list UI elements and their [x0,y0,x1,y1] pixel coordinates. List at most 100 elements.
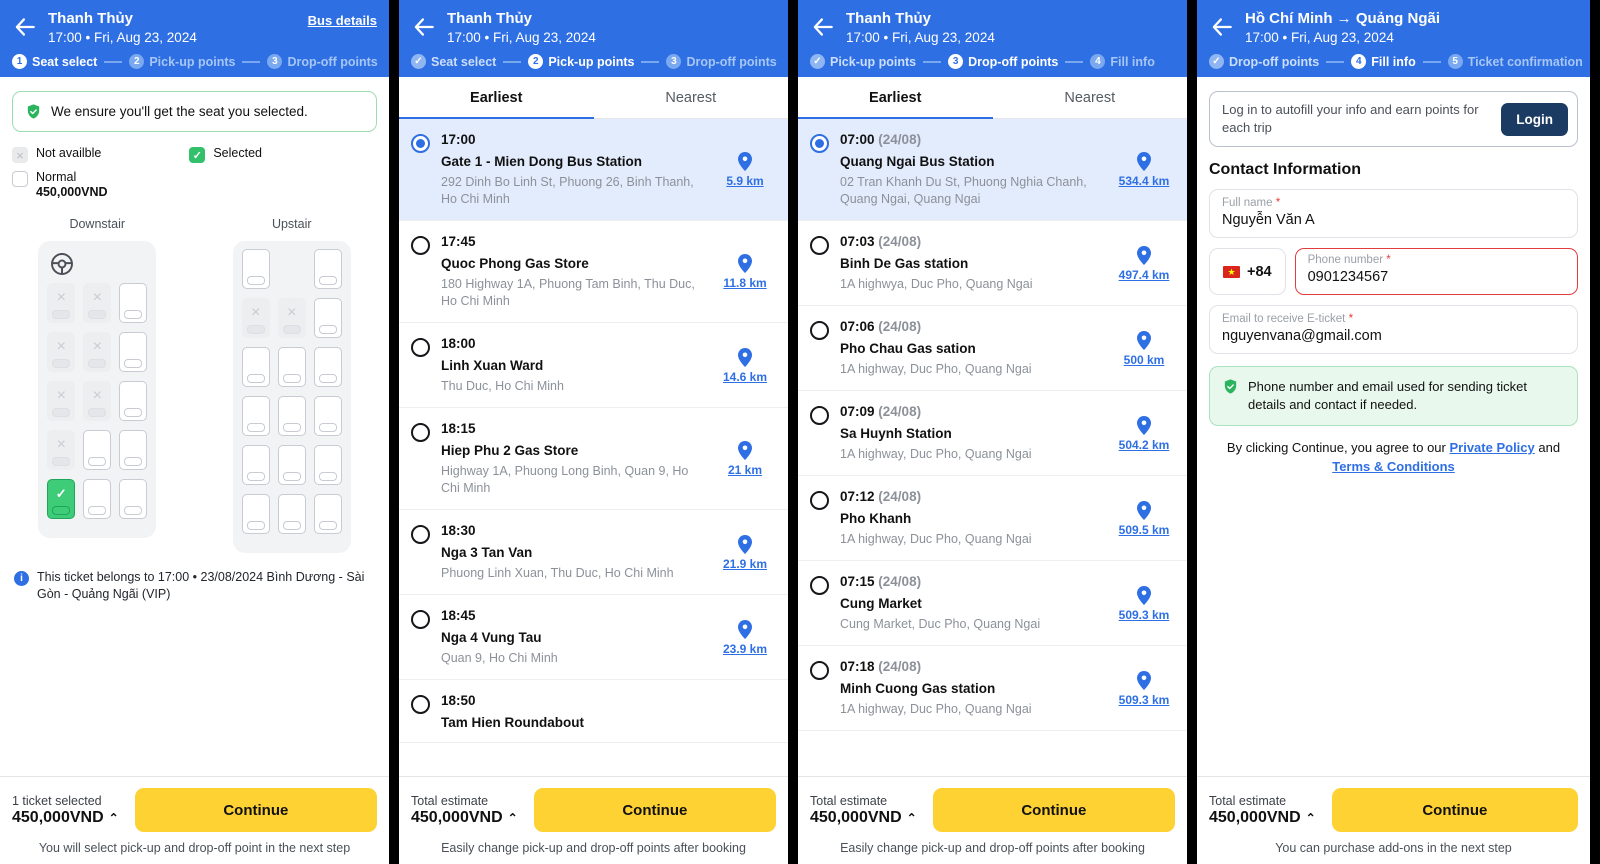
stop-list[interactable]: 07:00 (24/08) Quang Ngai Bus Station 02 … [798,119,1187,776]
stop-radio[interactable] [810,491,829,510]
stop-list-item[interactable]: 07:09 (24/08) Sa Huynh Station 1A highwa… [798,391,1187,476]
step-1[interactable]: ✓ Drop-off points [1209,54,1319,69]
seat-available[interactable] [313,445,342,485]
seat-available[interactable] [277,396,306,436]
stop-radio[interactable] [411,423,430,442]
stop-radio[interactable] [411,338,430,357]
stop-distance[interactable]: 23.9 km [714,608,776,667]
back-arrow-icon[interactable] [810,14,836,40]
stop-distance[interactable]: 509.5 km [1113,489,1175,548]
step-2[interactable]: 2 Pick-up points [129,54,235,69]
stop-list-item[interactable]: 18:45 Nga 4 Vung Tau Quan 9, Ho Chi Minh… [399,595,788,680]
back-arrow-icon[interactable] [12,14,38,40]
step-3[interactable]: 4 Fill info [1090,54,1155,69]
tab-nearest[interactable]: Nearest [993,77,1188,118]
terms-conditions-link[interactable]: Terms & Conditions [1332,459,1455,474]
stop-radio[interactable] [810,321,829,340]
stop-list[interactable]: 17:00 Gate 1 - Mien Dong Bus Station 292… [399,119,788,776]
chevron-up-icon[interactable]: ⌃ [1306,811,1316,825]
phone-number-field[interactable]: Phone number * 0901234567 [1294,248,1578,295]
tab-nearest[interactable]: Nearest [594,77,789,118]
seat-available[interactable] [277,494,306,534]
stop-list-item[interactable]: 07:00 (24/08) Quang Ngai Bus Station 02 … [798,119,1187,221]
stop-list-item[interactable]: 17:45 Quoc Phong Gas Store 180 Highway 1… [399,221,788,323]
tab-earliest[interactable]: Earliest [798,77,993,119]
stop-distance[interactable]: 509.3 km [1113,659,1175,718]
stop-distance[interactable]: 14.6 km [714,336,776,395]
stop-radio[interactable] [411,610,430,629]
seat-available[interactable] [119,381,148,421]
step-2[interactable]: 2 Pick-up points [528,54,634,69]
chevron-up-icon[interactable]: ⌃ [508,811,518,825]
step-1[interactable]: 1 Seat select [12,54,97,69]
continue-button[interactable]: Continue [1331,788,1578,832]
full-name-field[interactable]: Full name * Nguyễn Văn A [1209,189,1578,238]
continue-button[interactable]: Continue [134,788,377,832]
price-summary[interactable]: Total estimate 450,000VND ⌃ [411,794,518,827]
stop-distance[interactable]: 534.4 km [1113,132,1175,208]
email-field[interactable]: Email to receive E-ticket * nguyenvana@g… [1209,305,1578,354]
seat-available[interactable] [277,347,306,387]
stop-list-item[interactable]: 18:30 Nga 3 Tan Van Phuong Linh Xuan, Th… [399,510,788,595]
seat-available[interactable] [119,479,148,519]
continue-button[interactable]: Continue [932,788,1175,832]
private-policy-link[interactable]: Private Policy [1449,440,1534,455]
stop-list-item[interactable]: 07:18 (24/08) Minh Cuong Gas station 1A … [798,646,1187,731]
stop-list-item[interactable]: 18:50 Tam Hien Roundabout [399,680,788,743]
stop-distance[interactable]: 21.9 km [714,523,776,582]
stop-radio[interactable] [411,525,430,544]
stop-distance[interactable]: 11.8 km [714,234,776,310]
seat-available[interactable] [241,445,270,485]
seat-available[interactable] [313,396,342,436]
stop-distance[interactable]: 500 km [1113,319,1175,378]
stop-list-item[interactable]: 18:15 Hiep Phu 2 Gas Store Highway 1A, P… [399,408,788,510]
seat-available[interactable] [83,479,112,519]
step-3[interactable]: 3 Drop-off points [267,54,378,69]
stop-list-item[interactable]: 07:06 (24/08) Pho Chau Gas sation 1A hig… [798,306,1187,391]
step-2[interactable]: 3 Drop-off points [948,54,1058,69]
step-3[interactable]: 3 Drop-off points [666,54,777,69]
seat-available[interactable] [241,494,270,534]
stop-radio[interactable] [810,236,829,255]
seat-available[interactable] [313,494,342,534]
stop-distance[interactable]: 504.2 km [1113,404,1175,463]
continue-button[interactable]: Continue [533,788,776,832]
login-button[interactable]: Login [1501,102,1568,136]
seat-available[interactable] [119,430,148,470]
seat-available[interactable] [83,430,112,470]
step-1[interactable]: ✓ Seat select [411,54,496,69]
step-2[interactable]: 4 Fill info [1351,54,1416,69]
seat-available[interactable] [241,347,270,387]
price-summary[interactable]: Total estimate 450,000VND ⌃ [1209,794,1316,827]
stop-radio[interactable] [810,661,829,680]
back-arrow-icon[interactable] [411,14,437,40]
bus-details-link[interactable]: Bus details [308,10,377,28]
stop-list-item[interactable]: 18:00 Linh Xuan Ward Thu Duc, Ho Chi Min… [399,323,788,408]
seat-available[interactable] [241,249,270,289]
price-summary[interactable]: Total estimate 450,000VND ⌃ [810,794,917,827]
tab-earliest[interactable]: Earliest [399,77,594,119]
stop-radio[interactable] [810,134,829,153]
chevron-up-icon[interactable]: ⌃ [907,811,917,825]
step-3[interactable]: 5 Ticket confirmation [1447,54,1583,69]
seat-available[interactable] [277,445,306,485]
stop-distance[interactable]: 5.9 km [714,132,776,208]
stop-distance[interactable]: 509.3 km [1113,574,1175,633]
country-code-selector[interactable]: +84 [1209,248,1286,295]
stop-list-item[interactable]: 07:03 (24/08) Binh De Gas station 1A hig… [798,221,1187,306]
stop-list-item[interactable]: 17:00 Gate 1 - Mien Dong Bus Station 292… [399,119,788,221]
stop-list-item[interactable]: 07:12 (24/08) Pho Khanh 1A highway, Duc … [798,476,1187,561]
seat-available[interactable] [313,298,342,338]
stop-radio[interactable] [810,576,829,595]
stop-radio[interactable] [411,695,430,714]
stop-radio[interactable] [411,134,430,153]
back-arrow-icon[interactable] [1209,14,1235,40]
price-summary[interactable]: 1 ticket selected 450,000VND ⌃ [12,794,119,827]
seat-selected[interactable] [47,479,76,519]
seat-available[interactable] [313,347,342,387]
chevron-up-icon[interactable]: ⌃ [109,811,119,825]
stop-radio[interactable] [411,236,430,255]
seat-available[interactable] [119,332,148,372]
seat-available[interactable] [313,249,342,289]
stop-distance[interactable]: 497.4 km [1113,234,1175,293]
